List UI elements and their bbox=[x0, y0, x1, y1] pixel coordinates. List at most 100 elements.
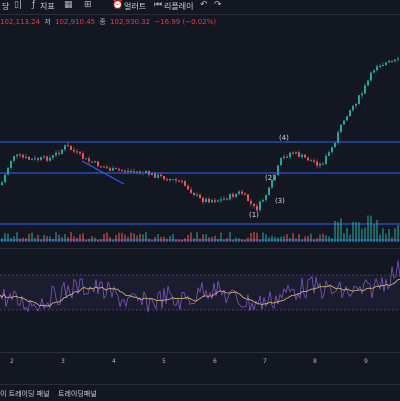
volume-bar bbox=[391, 237, 393, 242]
volume-bar bbox=[355, 221, 357, 242]
volume-bar bbox=[367, 215, 369, 242]
volume-bar bbox=[7, 233, 9, 242]
candle-body bbox=[43, 156, 45, 158]
volume-bar bbox=[64, 234, 66, 242]
volume-bar bbox=[271, 235, 273, 242]
candle-body bbox=[169, 179, 171, 181]
candle-body bbox=[289, 152, 291, 158]
volume-bar bbox=[289, 237, 291, 242]
candle-body bbox=[118, 168, 120, 171]
candle-body bbox=[121, 170, 123, 172]
volume-bar bbox=[358, 222, 360, 242]
volume-bar bbox=[244, 239, 246, 242]
candle-body bbox=[79, 151, 81, 154]
volume-bar bbox=[277, 237, 279, 242]
volume-bar bbox=[331, 238, 333, 242]
candle-body bbox=[250, 200, 252, 204]
candle-body bbox=[322, 163, 324, 165]
candle-body bbox=[265, 195, 267, 200]
candle-body bbox=[22, 155, 24, 158]
candle-body bbox=[370, 72, 372, 81]
candle-body bbox=[106, 167, 108, 169]
candle-body bbox=[307, 157, 309, 161]
candle-body bbox=[1, 182, 3, 185]
volume-bar bbox=[364, 227, 366, 242]
volume-bar bbox=[208, 237, 210, 242]
candle-body bbox=[214, 200, 216, 202]
candle-body bbox=[280, 158, 282, 166]
candle-body bbox=[301, 154, 303, 157]
volume-bar bbox=[94, 237, 96, 242]
volume-bar bbox=[70, 232, 72, 242]
trading-panel-tab-1[interactable]: 이 트레이딩 패널 bbox=[0, 389, 50, 399]
candle-body bbox=[103, 166, 105, 168]
candle-body bbox=[37, 158, 39, 160]
candle-body bbox=[385, 62, 387, 66]
volume-bar bbox=[373, 224, 375, 242]
candle-body bbox=[226, 198, 228, 200]
volume-bar bbox=[178, 239, 180, 242]
candle-body bbox=[334, 143, 336, 148]
volume-bar bbox=[142, 234, 144, 242]
candle-body bbox=[136, 171, 138, 173]
volume-bar bbox=[145, 232, 147, 242]
volume-bar bbox=[181, 239, 183, 242]
candle-body bbox=[364, 85, 366, 94]
volume-bar bbox=[130, 232, 132, 242]
volume-bar bbox=[172, 234, 174, 242]
candle-body bbox=[268, 187, 270, 196]
candle-body bbox=[10, 160, 12, 168]
candle-body bbox=[202, 197, 204, 203]
x-axis-tick: 8 bbox=[313, 358, 317, 365]
trading-panel-tab-2[interactable]: 트레이딩패널 bbox=[58, 389, 97, 399]
volume-bar bbox=[388, 229, 390, 242]
volume-bar bbox=[97, 239, 99, 242]
candle-body bbox=[154, 173, 156, 178]
candle-body bbox=[220, 199, 222, 201]
candle-body bbox=[181, 181, 183, 183]
wave-label-1: (1) bbox=[249, 211, 259, 219]
candle-body bbox=[40, 157, 42, 160]
bottom-panel: 이 트레이딩 패널 트레이딩패널 bbox=[0, 384, 400, 401]
candle-body bbox=[133, 171, 135, 173]
volume-bar bbox=[193, 238, 195, 242]
volume-bar bbox=[205, 234, 207, 242]
volume-bar bbox=[79, 234, 81, 242]
volume-bar bbox=[382, 228, 384, 242]
volume-bar bbox=[154, 236, 156, 242]
volume-bar bbox=[292, 233, 294, 242]
candle-body bbox=[94, 161, 96, 163]
price-chart[interactable]: (4) (2) (3) (1) bbox=[0, 0, 400, 384]
volume-bar bbox=[91, 236, 93, 242]
volume-bar bbox=[76, 237, 78, 242]
candle-body bbox=[196, 194, 198, 196]
volume-bar bbox=[88, 238, 90, 242]
volume-bar bbox=[340, 218, 342, 242]
wave-label-2: (2) bbox=[265, 174, 275, 182]
candle-body bbox=[376, 66, 378, 71]
candle-body bbox=[304, 154, 306, 158]
candle-body bbox=[55, 152, 57, 156]
candle-body bbox=[58, 152, 60, 154]
x-axis-tick: 7 bbox=[263, 358, 267, 365]
volume-bar bbox=[361, 228, 363, 242]
candle-body bbox=[4, 174, 6, 183]
volume-bar bbox=[121, 232, 123, 242]
volume-bar bbox=[298, 234, 300, 242]
volume-bar bbox=[58, 234, 60, 242]
candle-body bbox=[379, 65, 381, 67]
candle-body bbox=[199, 194, 201, 198]
volume-bar bbox=[220, 232, 222, 242]
volume-bar bbox=[46, 236, 48, 242]
candle-body bbox=[184, 181, 186, 186]
volume-bar bbox=[313, 239, 315, 242]
volume-bar bbox=[163, 236, 165, 242]
volume-bar bbox=[343, 233, 345, 242]
volume-bar bbox=[229, 232, 231, 242]
candle-body bbox=[310, 160, 312, 162]
volume-bar bbox=[304, 236, 306, 242]
volume-bar bbox=[175, 239, 177, 242]
volume-bar bbox=[100, 239, 102, 242]
volume-bar bbox=[22, 237, 24, 242]
candle-body bbox=[190, 189, 192, 193]
